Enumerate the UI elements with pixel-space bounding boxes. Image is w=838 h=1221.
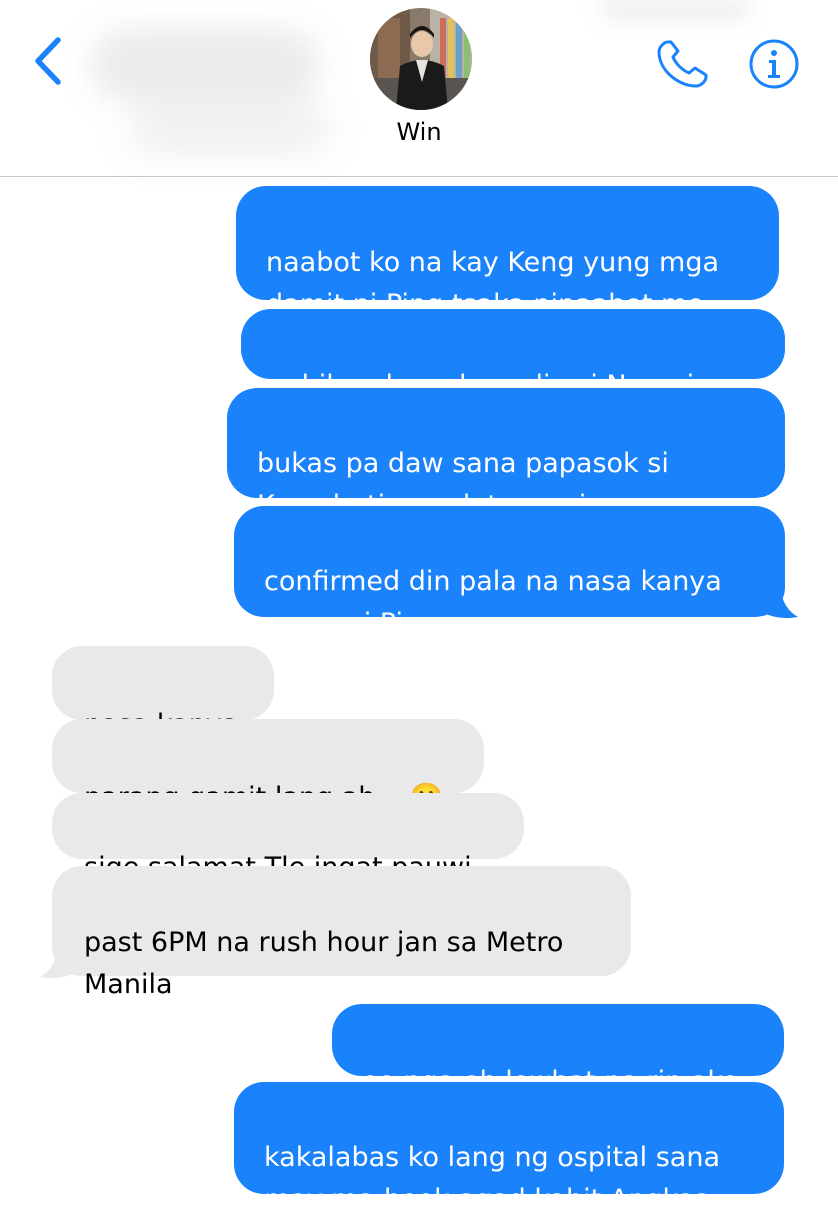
message-bubble-received[interactable]: nasa kanya — [52, 646, 274, 740]
conversation-header: Win — [0, 0, 838, 177]
chevron-left-icon — [35, 37, 61, 85]
blurred-area — [600, 0, 750, 18]
blurred-area — [90, 28, 320, 102]
message-text: kakalabas ko lang ng ospital sana may ma… — [264, 1142, 720, 1215]
message-text: past 6PM na rush hour jan sa Metro Manil… — [84, 927, 564, 1000]
message-bubble-sent[interactable]: sabihan ko nalang din si Namping — [241, 309, 785, 401]
info-icon — [749, 39, 799, 89]
message-bubble-sent[interactable]: kakalabas ko lang ng ospital sana may ma… — [234, 1082, 784, 1215]
message-bubble-received[interactable]: past 6PM na rush hour jan sa Metro Manil… — [52, 866, 631, 1000]
message-bubble-sent[interactable]: bukas pa daw sana papasok si Keng buti n… — [227, 388, 785, 521]
message-bubble-sent[interactable]: naabot ko na kay Keng yung mga damit ni … — [236, 186, 779, 320]
message-bubble-received[interactable]: parang gamit lang ah... 🙂 — [52, 719, 484, 813]
contact-name[interactable]: Win — [0, 118, 838, 146]
message-bubble-sent[interactable]: oo nga eh lowbat na rin ako — [332, 1004, 784, 1097]
message-bubble-received[interactable]: sige salamat Tle ingat pauwi — [52, 793, 524, 883]
info-button[interactable] — [748, 38, 800, 90]
bubble-tail — [40, 946, 86, 979]
back-button[interactable] — [30, 36, 70, 86]
message-bubble-sent[interactable]: confirmed din pala na nasa kanya muna si… — [234, 506, 785, 639]
contact-avatar[interactable] — [370, 8, 472, 110]
phone-icon — [657, 40, 708, 88]
bubble-tail — [752, 586, 798, 619]
avatar-photo — [370, 8, 472, 110]
call-button[interactable] — [654, 38, 712, 90]
message-text: confirmed din pala na nasa kanya muna si… — [264, 566, 722, 639]
